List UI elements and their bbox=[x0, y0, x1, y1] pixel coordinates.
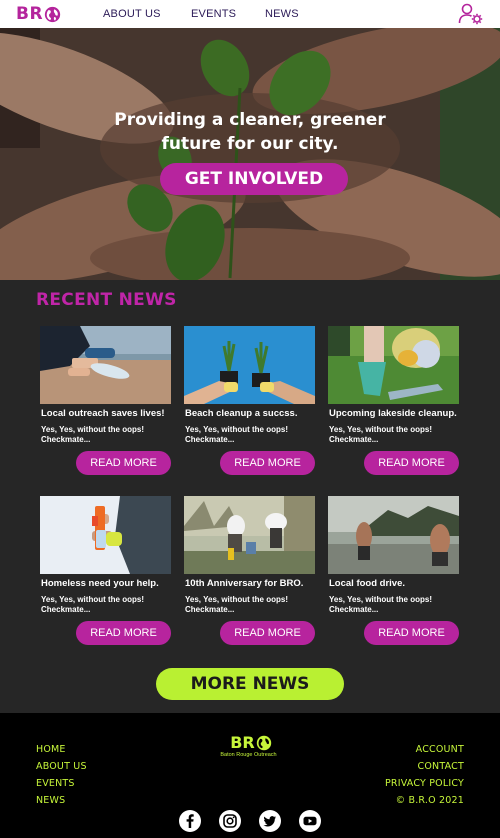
youtube-icon[interactable] bbox=[299, 810, 321, 832]
nav-about-us[interactable]: ABOUT US bbox=[103, 8, 161, 20]
news-excerpt: Yes, Yes, without the oops! Checkmate... bbox=[329, 425, 469, 445]
site-footer: HOME ABOUT US EVENTS NEWS BR Baton Rouge… bbox=[0, 713, 500, 838]
news-excerpt-line: Yes, Yes, without the oops! bbox=[41, 595, 144, 604]
news-title[interactable]: 10th Anniversary for BRO. bbox=[185, 578, 325, 589]
news-image-outreach[interactable] bbox=[40, 326, 171, 404]
news-excerpt-line: Yes, Yes, without the oops! bbox=[185, 595, 288, 604]
recent-news-heading: RECENT NEWS bbox=[36, 290, 177, 310]
news-image-food-drive[interactable] bbox=[328, 496, 459, 574]
news-excerpt-line: Checkmate... bbox=[41, 435, 91, 444]
news-image-anniversary[interactable] bbox=[184, 496, 315, 574]
footer-link-about-us[interactable]: ABOUT US bbox=[36, 761, 87, 772]
news-title[interactable]: Local food drive. bbox=[329, 578, 469, 589]
read-more-button[interactable]: READ MORE bbox=[76, 621, 171, 645]
copyright-text: © B.R.O 2021 bbox=[395, 795, 464, 806]
twitter-icon[interactable] bbox=[259, 810, 281, 832]
news-excerpt: Yes, Yes, without the oops! Checkmate... bbox=[41, 595, 181, 615]
logo-text: BR bbox=[16, 4, 44, 24]
hero-title-line-1: Providing a cleaner, greener bbox=[114, 110, 386, 130]
footer-link-contact[interactable]: CONTACT bbox=[418, 761, 464, 772]
news-excerpt: Yes, Yes, without the oops! Checkmate... bbox=[329, 595, 469, 615]
footer-link-home[interactable]: HOME bbox=[36, 744, 66, 755]
footer-link-account[interactable]: ACCOUNT bbox=[416, 744, 464, 755]
news-excerpt: Yes, Yes, without the oops! Checkmate... bbox=[185, 595, 325, 615]
globe-icon bbox=[44, 6, 61, 22]
news-excerpt-line: Checkmate... bbox=[185, 605, 235, 614]
read-more-button[interactable]: READ MORE bbox=[220, 621, 315, 645]
news-image-beach-cleanup[interactable] bbox=[184, 326, 315, 404]
footer-link-privacy-policy[interactable]: PRIVACY POLICY bbox=[385, 778, 464, 789]
news-excerpt-line: Checkmate... bbox=[185, 435, 235, 444]
news-excerpt: Yes, Yes, without the oops! Checkmate... bbox=[185, 425, 325, 445]
news-image-homeless[interactable] bbox=[40, 496, 171, 574]
hero-title: Providing a cleaner, greener future for … bbox=[0, 108, 500, 156]
top-navigation-bar: BR ABOUT US EVENTS NEWS bbox=[0, 0, 500, 28]
footer-link-news[interactable]: NEWS bbox=[36, 795, 65, 806]
news-title[interactable]: Beach cleanup a succss. bbox=[185, 408, 325, 419]
read-more-button[interactable]: READ MORE bbox=[76, 451, 171, 475]
read-more-button[interactable]: READ MORE bbox=[364, 621, 459, 645]
news-title[interactable]: Homeless need your help. bbox=[41, 578, 181, 589]
more-news-button[interactable]: MORE NEWS bbox=[156, 668, 344, 700]
nav-news[interactable]: NEWS bbox=[265, 8, 299, 20]
account-settings-icon[interactable] bbox=[458, 3, 484, 25]
nav-events[interactable]: EVENTS bbox=[191, 8, 236, 20]
hero-title-line-2: future for our city. bbox=[161, 134, 339, 154]
get-involved-button[interactable]: GET INVOLVED bbox=[160, 163, 348, 195]
news-excerpt-line: Checkmate... bbox=[329, 435, 379, 444]
news-excerpt-line: Yes, Yes, without the oops! bbox=[329, 595, 432, 604]
instagram-icon[interactable] bbox=[219, 810, 241, 832]
news-image-lakeside[interactable] bbox=[328, 326, 459, 404]
news-excerpt-line: Checkmate... bbox=[41, 605, 91, 614]
news-excerpt-line: Yes, Yes, without the oops! bbox=[185, 425, 288, 434]
news-title[interactable]: Local outreach saves lives! bbox=[41, 408, 181, 419]
footer-logo-tagline: Baton Rouge Outreach bbox=[220, 752, 277, 758]
news-excerpt-line: Yes, Yes, without the oops! bbox=[41, 425, 144, 434]
footer-logo-text: BR bbox=[230, 733, 255, 752]
news-title[interactable]: Upcoming lakeside cleanup. bbox=[329, 408, 469, 419]
footer-logo[interactable]: BR Baton Rouge Outreach bbox=[220, 733, 277, 758]
brand-logo[interactable]: BR bbox=[16, 5, 61, 23]
read-more-button[interactable]: READ MORE bbox=[220, 451, 315, 475]
footer-link-events[interactable]: EVENTS bbox=[36, 778, 75, 789]
news-excerpt: Yes, Yes, without the oops! Checkmate... bbox=[41, 425, 181, 445]
read-more-button[interactable]: READ MORE bbox=[364, 451, 459, 475]
globe-icon bbox=[256, 735, 271, 750]
hero-banner: Providing a cleaner, greener future for … bbox=[0, 28, 500, 280]
facebook-icon[interactable] bbox=[179, 810, 201, 832]
news-excerpt-line: Checkmate... bbox=[329, 605, 379, 614]
news-excerpt-line: Yes, Yes, without the oops! bbox=[329, 425, 432, 434]
